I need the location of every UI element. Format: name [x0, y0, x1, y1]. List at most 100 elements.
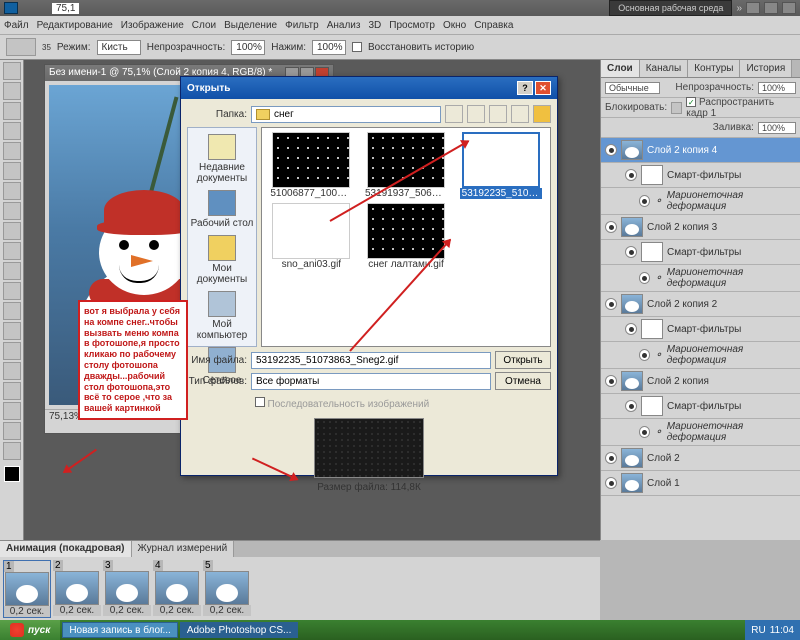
visibility-icon[interactable]	[625, 323, 637, 335]
restore-history-checkbox[interactable]	[352, 42, 362, 52]
tool-5[interactable]	[3, 162, 21, 180]
taskbar-item[interactable]: Новая запись в блог...	[62, 622, 178, 638]
brush-preset-icon[interactable]	[6, 38, 36, 56]
panel-tab-Слои[interactable]: Слои	[601, 60, 640, 77]
tool-10[interactable]	[3, 262, 21, 280]
panel-tab-Контуры[interactable]: Контуры	[688, 60, 740, 77]
layer-row[interactable]: Слой 2	[601, 446, 800, 471]
menu-Слои[interactable]: Слои	[192, 20, 216, 31]
tool-2[interactable]	[3, 102, 21, 120]
visibility-icon[interactable]	[625, 246, 637, 258]
place-comp[interactable]: Мой компьютер	[190, 291, 254, 341]
layers-list[interactable]: Слой 2 копия 4Смарт-фильтры⚬Марионеточна…	[601, 138, 800, 540]
filename-input[interactable]: 53192235_51073863_Sneg2.gif	[251, 352, 491, 369]
zoom-field[interactable]: 75,1	[52, 3, 79, 14]
filetype-combo[interactable]: Все форматы	[251, 373, 491, 390]
tab-animation[interactable]: Анимация (покадровая)	[0, 541, 132, 557]
visibility-icon[interactable]	[605, 144, 617, 156]
close-icon[interactable]	[782, 2, 796, 14]
tool-13[interactable]	[3, 322, 21, 340]
layer-row[interactable]: Смарт-фильтры	[601, 317, 800, 342]
tool-15[interactable]	[3, 362, 21, 380]
tool-0[interactable]	[3, 62, 21, 80]
tool-18[interactable]	[3, 422, 21, 440]
tool-6[interactable]	[3, 182, 21, 200]
panel-tab-История[interactable]: История	[740, 60, 792, 77]
layer-row[interactable]: ⚬Марионеточная деформация	[601, 419, 800, 446]
tool-12[interactable]	[3, 302, 21, 320]
visibility-icon[interactable]	[625, 169, 637, 181]
tool-16[interactable]	[3, 382, 21, 400]
views-icon[interactable]	[511, 105, 529, 123]
anim-frame[interactable]: 40,2 сек.	[153, 560, 201, 618]
folder-combo[interactable]: снег	[251, 106, 441, 123]
visibility-icon[interactable]	[639, 272, 650, 284]
menu-Изображение[interactable]: Изображение	[121, 20, 184, 31]
layer-row[interactable]: Слой 2 копия 4	[601, 138, 800, 163]
visibility-icon[interactable]	[625, 400, 637, 412]
visibility-icon[interactable]	[605, 221, 617, 233]
visibility-icon[interactable]	[639, 426, 650, 438]
tool-4[interactable]	[3, 142, 21, 160]
tool-1[interactable]	[3, 82, 21, 100]
open-button[interactable]: Открыть	[495, 351, 551, 369]
tool-3[interactable]	[3, 122, 21, 140]
place-mydoc[interactable]: Мои документы	[190, 235, 254, 285]
place-docs[interactable]: Недавние документы	[190, 134, 254, 184]
tray-lang[interactable]: RU	[751, 625, 765, 636]
start-button[interactable]: пуск	[0, 620, 60, 640]
layer-row[interactable]: ⚬Марионеточная деформация	[601, 265, 800, 292]
tool-17[interactable]	[3, 402, 21, 420]
layer-row[interactable]: Слой 2 копия 3	[601, 215, 800, 240]
foreground-swatch[interactable]	[4, 466, 20, 482]
dialog-close-icon[interactable]: ✕	[535, 81, 551, 95]
flow-input[interactable]: 100%	[312, 40, 346, 55]
file-item[interactable]: 51006877_100100.gif	[266, 132, 357, 199]
anim-frame[interactable]: 20,2 сек.	[53, 560, 101, 618]
tool-7[interactable]	[3, 202, 21, 220]
menu-Справка[interactable]: Справка	[474, 20, 513, 31]
layer-mode-combo[interactable]: Обычные	[605, 82, 660, 94]
visibility-icon[interactable]	[639, 349, 650, 361]
panel-tab-Каналы[interactable]: Каналы	[640, 60, 689, 77]
tool-14[interactable]	[3, 342, 21, 360]
bridge-icon[interactable]	[533, 105, 551, 123]
menu-Просмотр[interactable]: Просмотр	[389, 20, 435, 31]
file-item[interactable]: снег лалтами.gif	[361, 203, 452, 270]
back-icon[interactable]	[445, 105, 463, 123]
tool-9[interactable]	[3, 242, 21, 260]
place-desk[interactable]: Рабочий стол	[191, 190, 254, 229]
tab-measure-log[interactable]: Журнал измерений	[132, 541, 235, 557]
menu-Редактирование[interactable]: Редактирование	[37, 20, 113, 31]
visibility-icon[interactable]	[605, 298, 617, 310]
anim-frame[interactable]: 30,2 сек.	[103, 560, 151, 618]
anim-frame[interactable]: 10,2 сек.	[3, 560, 51, 618]
menu-3D[interactable]: 3D	[368, 20, 381, 31]
menu-Выделение[interactable]: Выделение	[224, 20, 277, 31]
dialog-help-icon[interactable]: ?	[517, 81, 533, 95]
visibility-icon[interactable]	[639, 195, 650, 207]
minimize-icon[interactable]	[746, 2, 760, 14]
taskbar-item[interactable]: Adobe Photoshop CS...	[180, 622, 299, 638]
layer-row[interactable]: Слой 1	[601, 471, 800, 496]
layer-row[interactable]: Слой 2 копия 2	[601, 292, 800, 317]
visibility-icon[interactable]	[605, 477, 617, 489]
opacity-input[interactable]: 100%	[231, 40, 265, 55]
visibility-icon[interactable]	[605, 452, 617, 464]
layer-row[interactable]: Слой 2 копия	[601, 369, 800, 394]
layer-row[interactable]: ⚬Марионеточная деформация	[601, 342, 800, 369]
lock-icon[interactable]	[671, 102, 682, 114]
anim-frame[interactable]: 50,2 сек.	[203, 560, 251, 618]
menu-Окно[interactable]: Окно	[443, 20, 466, 31]
menu-Файл[interactable]: Файл	[4, 20, 29, 31]
menu-Фильтр[interactable]: Фильтр	[285, 20, 319, 31]
brush-size[interactable]: 35	[42, 43, 51, 52]
sequence-checkbox[interactable]	[255, 397, 265, 407]
file-list[interactable]: 51006877_100100.gif53191937_50641023_...…	[261, 127, 551, 347]
layer-row[interactable]: ⚬Марионеточная деформация	[601, 188, 800, 215]
blend-mode-combo[interactable]: Кисть	[97, 40, 141, 55]
newfolder-icon[interactable]	[489, 105, 507, 123]
up-icon[interactable]	[467, 105, 485, 123]
layer-opacity[interactable]: 100%	[758, 82, 796, 94]
layer-row[interactable]: Смарт-фильтры	[601, 240, 800, 265]
